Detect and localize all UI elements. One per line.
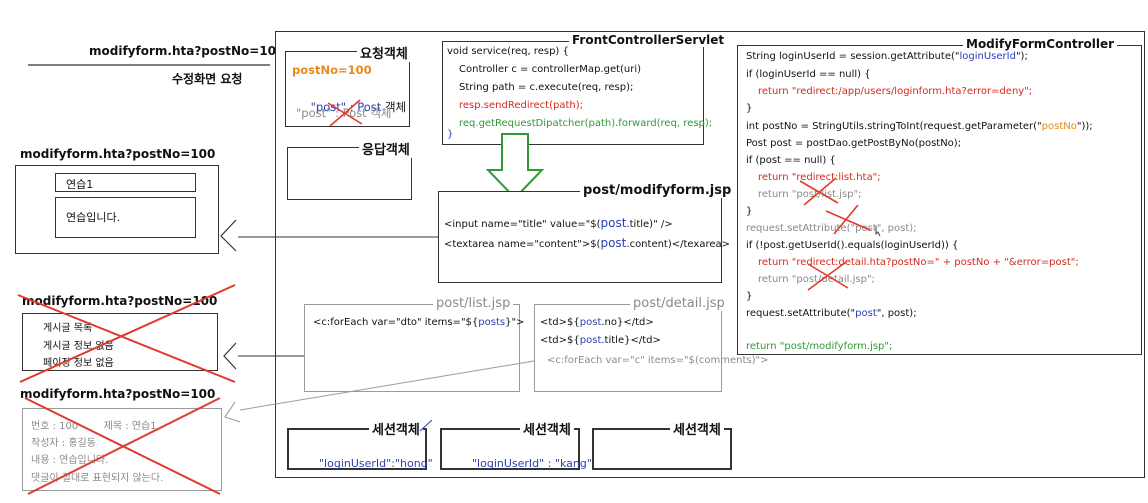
detail-jsp-line-2: <td>${post.title}</td> [540, 332, 661, 350]
controller-line-1-b: loginUserId [959, 51, 1016, 62]
controller-line-8: return "redirect:list.hta"; [758, 172, 881, 183]
title-input[interactable]: 연습1 [55, 173, 196, 192]
servlet-line-1: void service(req, resp) { [447, 46, 569, 57]
session-hong-value: "hong" [394, 457, 433, 470]
session-title-2: 세션객체 [520, 419, 574, 438]
modifyform-input-line: <input name="title" value="$(post.title)… [444, 214, 673, 234]
controller-line-10: } [746, 206, 753, 217]
request-attr-post-cancelled: "post" : Post 객체 [296, 106, 392, 120]
controller-box: String loginUserId = session.getAttribut… [737, 45, 1142, 355]
servlet-line-2: Controller c = controllerMap.get(uri) [459, 64, 642, 75]
modifyform-input-a: <input name="title" value="$( [444, 219, 601, 230]
session-hong-entry: "loginUserId":"hong" [305, 444, 433, 483]
detail-line-3: 내용 : 연습입니다. [31, 455, 109, 466]
list-connector-arrow [223, 342, 237, 370]
servlet-title: FrontControllerServlet [569, 33, 728, 47]
controller-line-15: } [746, 291, 753, 302]
controller-line-1-a: String loginUserId = session.getAttribut… [746, 51, 960, 62]
session-kang-sep: : [544, 457, 555, 470]
modifyform-connector-arrow [220, 219, 237, 252]
controller-title: ModifyFormController [963, 37, 1118, 51]
modifyform-jsp-title: post/modifyform.jsp [580, 183, 735, 198]
session-title-3: 세션객체 [670, 419, 724, 438]
detail-screen-url: modifyform.hta?postNo=100 [20, 387, 216, 401]
controller-line-3: return "redirect:/app/users/loginform.ht… [758, 86, 1033, 97]
title-input-value: 연습1 [66, 178, 94, 191]
request-object-box: postNo=100 "post" : Post 객체 "post" : Pos… [285, 51, 410, 127]
modifyform-textarea-line: <textarea name="content">$(post.content)… [444, 234, 730, 254]
content-textarea-value: 연습입니다. [66, 211, 121, 224]
controller-line-16-c: ", post); [876, 308, 917, 319]
detail-line-2: 작성자 : 홍길동 [31, 438, 96, 449]
detail-line-1: 번호 : 100 제목 : 연습1 [31, 421, 157, 432]
list-jsp-foreach-c: }"> [505, 317, 525, 328]
modifyform-jsp-box: <input name="title" value="$(post.title)… [438, 191, 730, 283]
controller-line-5: int postNo = StringUtils.stringToInt(req… [746, 118, 1093, 136]
detail-screen: 번호 : 100 제목 : 연습1 작성자 : 홍길동 내용 : 연습입니다. … [22, 408, 222, 491]
controller-line-5-b: postNo [1041, 121, 1077, 132]
request-object-title: 요청객체 [357, 43, 411, 62]
controller-line-14: return "post/detail.jsp"; [758, 274, 875, 285]
controller-line-5-c: ")); [1076, 121, 1093, 132]
detail-line-4: 댓글이 절대로 표현되지 않는다. [31, 473, 164, 484]
controller-line-9: return "post/list.jsp"; [758, 189, 862, 200]
servlet-line-6: } [447, 129, 454, 140]
detail-jsp-line-1-b: post [579, 317, 602, 328]
session-hong-key: "loginUserId" [319, 457, 392, 470]
controller-line-6: Post post = postDao.getPostByNo(postNo); [746, 138, 962, 149]
session-title-1: 세션객체 [369, 419, 423, 438]
list-jsp-foreach-b: posts [478, 317, 506, 328]
session-kang-value: "kang" [554, 457, 592, 470]
detail-jsp-line-2-b: post [579, 335, 602, 346]
servlet-line-3: String path = c.execute(req, resp); [459, 82, 634, 93]
controller-line-16: request.setAttribute("post", post); [746, 305, 917, 323]
form-screen-url: modifyform.hta?postNo=100 [20, 147, 216, 161]
controller-line-17: return "post/modifyform.jsp"; [746, 341, 893, 352]
modifyform-textarea-b: post [600, 236, 627, 250]
detail-jsp-line-2-a: <td>${ [540, 335, 580, 346]
servlet-line-4: resp.sendRedirect(path); [459, 100, 583, 111]
request-url-1: modifyform.hta?postNo=100 [89, 44, 285, 58]
modifyform-input-c: .title)" /> [626, 219, 673, 230]
list-line-1: 게시글 목록 [43, 323, 93, 334]
list-line-3: 페이징 정보 없음 [43, 358, 114, 369]
list-screen-url: modifyform.hta?postNo=100 [22, 294, 218, 308]
response-object-title: 응답객체 [359, 139, 413, 158]
detail-jsp-line-2-c: .title}</td> [601, 335, 661, 346]
detail-jsp-line-1: <td>${post.no}</td> [540, 314, 654, 332]
modifyform-input-b: post [600, 216, 627, 230]
list-line-2: 게시글 정보 없음 [43, 341, 114, 352]
detail-jsp-line-1-c: .no}</td> [601, 317, 654, 328]
detail-jsp-line-1-a: <td>${ [540, 317, 580, 328]
content-textarea[interactable]: 연습입니다. [55, 197, 196, 238]
session-kang-key: "loginUserId" [472, 457, 545, 470]
controller-line-5-a: int postNo = StringUtils.stringToInt(req… [746, 121, 1042, 132]
controller-line-4: } [746, 103, 753, 114]
request-param-postno: postNo=100 [292, 63, 372, 77]
controller-line-11: request.setAttribute("post", post); [746, 223, 917, 234]
detail-jsp-box: <td>${post.no}</td> <td>${post.title}</t… [534, 304, 769, 392]
request-description: 수정화면 요청 [172, 72, 243, 86]
detail-jsp-line-3: <c:forEach var="c" items="$(comments)"> [547, 355, 769, 366]
controller-line-2: if (loginUserId == null) { [746, 69, 871, 80]
detail-jsp-title: post/detail.jsp [630, 296, 728, 311]
list-jsp-box: <c:forEach var="dto" items="${posts}"> [304, 304, 524, 392]
detail-connector-arrow [224, 401, 241, 423]
controller-line-16-b: post [855, 308, 877, 319]
list-jsp-foreach-a: <c:forEach var="dto" items="${ [313, 317, 479, 328]
list-jsp-foreach-line: <c:forEach var="dto" items="${posts}"> [313, 314, 524, 332]
controller-line-13: return "redirect:detail.hta?postNo=" + p… [758, 257, 1079, 268]
modifyform-textarea-c: .content)</texarea> [626, 239, 730, 250]
controller-line-1-c: "); [1015, 51, 1028, 62]
controller-line-12: if (!post.getUserId().equals(loginUserId… [746, 240, 959, 251]
controller-line-16-a: request.setAttribute(" [746, 308, 856, 319]
session-kang-entry: "loginUserId" : "kang" [458, 444, 592, 483]
list-jsp-title: post/list.jsp [433, 296, 514, 311]
list-screen: 게시글 목록 게시글 정보 없음 페이징 정보 없음 [22, 313, 218, 371]
controller-line-7: if (post == null) { [746, 155, 836, 166]
modifyform-textarea-a: <textarea name="content">$( [444, 239, 601, 250]
